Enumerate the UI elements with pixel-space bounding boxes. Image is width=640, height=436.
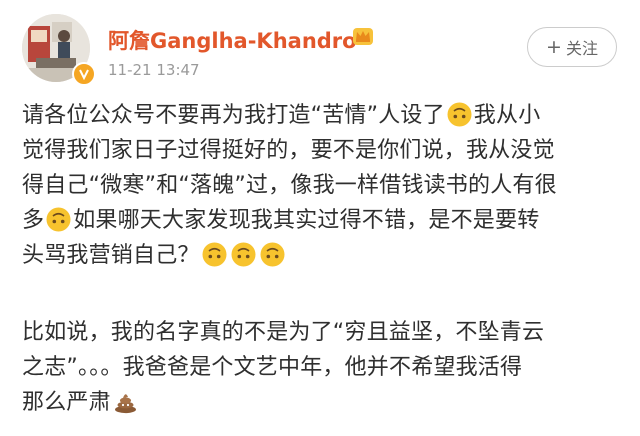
follow-button[interactable]: + 关注 [527, 27, 617, 67]
weibo-post: 阿詹Ganglha-Khandro 11-21 13:47 + 关注 请各位公众… [0, 0, 640, 436]
plus-icon: + [546, 35, 562, 58]
post-timestamp: 11-21 13:47 [108, 61, 200, 79]
verified-badge-icon [72, 62, 96, 86]
username[interactable]: 阿詹Ganglha-Khandro [108, 25, 357, 55]
text-line: 头骂我营销自己？ [22, 238, 622, 273]
text-run: 头骂我营销自己？ [22, 243, 200, 268]
text-run: 请各位公众号不要再为我打造“苦情”人设了 [22, 103, 445, 128]
upside-down-face-icon [231, 242, 256, 267]
text-line: 那么严肃 [22, 385, 622, 420]
follow-label: 关注 [565, 39, 598, 58]
text-line: 请各位公众号不要再为我打造“苦情”人设了 我从小 [22, 98, 622, 133]
vip-crown-icon [351, 24, 375, 48]
upside-down-face-icon [202, 242, 227, 267]
text-line: 得自己“微寒”和“落魄”过，像我一样借钱读书的人有很 [22, 173, 557, 198]
text-line: 觉得我们家日子过得挺好的，要不是你们说，我从没觉 [22, 138, 555, 163]
text-line: 比如说，我的名字真的不是为了“穷且益坚，不坠青云 [22, 320, 545, 345]
text-run: 如果哪天大家发现我其实过得不错，是不是要转 [73, 208, 540, 233]
text-run: 多 [22, 208, 45, 233]
upside-down-face-icon [447, 102, 472, 127]
pile-of-poo-icon [113, 389, 138, 414]
upside-down-face-icon [46, 207, 71, 232]
post-paragraph-2: 比如说，我的名字真的不是为了“穷且益坚，不坠青云 之志”。。。我爸爸是个文艺中年… [22, 315, 622, 420]
text-line: 多 如果哪天大家发现我其实过得不错，是不是要转 [22, 203, 622, 238]
text-run: 那么严肃 [22, 390, 111, 415]
text-run: 我从小 [473, 103, 541, 128]
post-paragraph-1: 请各位公众号不要再为我打造“苦情”人设了 我从小 觉得我们家日子过得挺好的，要不是… [22, 98, 622, 273]
upside-down-face-icon [260, 242, 285, 267]
text-line: 之志”。。。我爸爸是个文艺中年，他并不希望我活得 [22, 355, 523, 380]
